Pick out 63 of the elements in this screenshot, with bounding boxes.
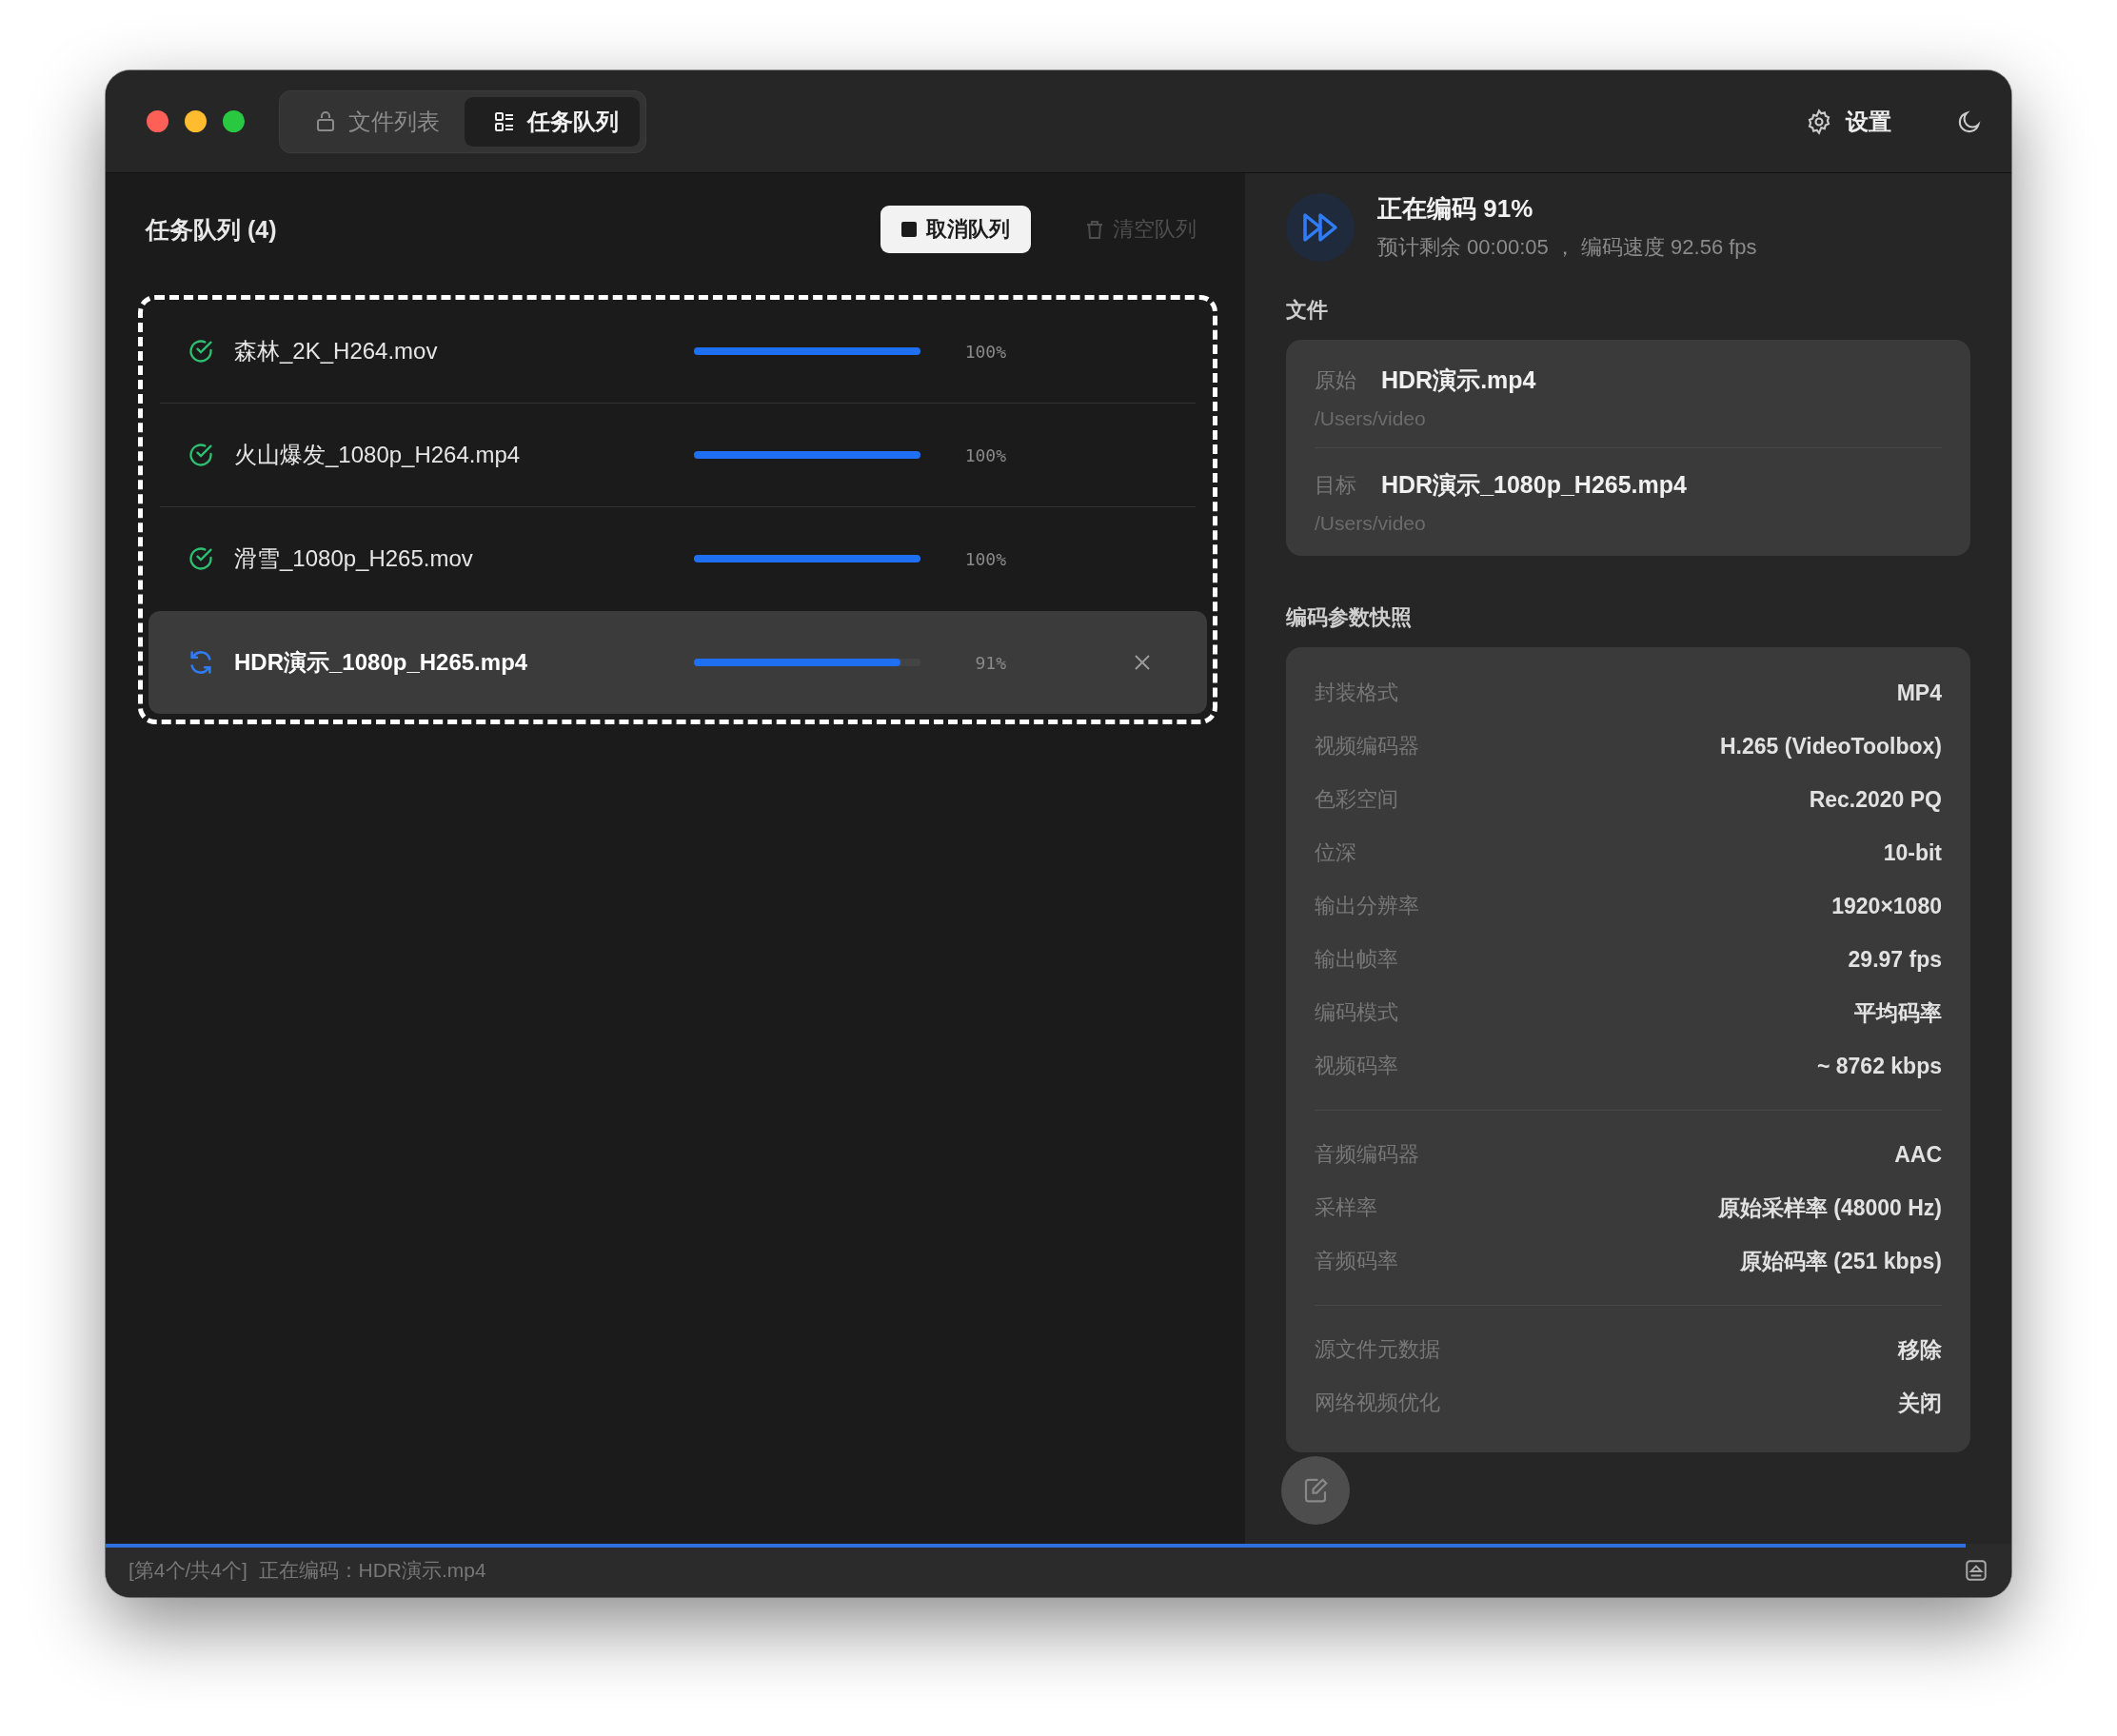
param-label: 封装格式 (1315, 680, 1398, 706)
queue-row[interactable]: 森林_2K_H264.mov 100% (143, 300, 1213, 403)
queue-title: 任务队列 (4) (146, 214, 277, 245)
check-circle-icon (188, 442, 214, 468)
progress-percent: 100% (963, 444, 1006, 465)
param-value: 1920×1080 (1831, 893, 1942, 919)
param-label: 编码模式 (1315, 999, 1398, 1026)
param-label: 视频编码器 (1315, 733, 1419, 760)
param-value: 10-bit (1883, 839, 1942, 866)
file-name: 森林_2K_H264.mov (234, 337, 439, 365)
param-value: 移除 (1898, 1335, 1942, 1364)
file-name: HDR演示_1080p_H265.mp4 (234, 648, 529, 677)
status-text: [第4个/共4个] 正在编码：HDR演示.mp4 (129, 1558, 486, 1583)
param-label: 输出帧率 (1315, 946, 1398, 973)
check-circle-icon (188, 545, 214, 572)
param-label: 网络视频优化 (1315, 1390, 1440, 1416)
minimize-window-button[interactable] (185, 110, 207, 132)
param-label: 色彩空间 (1315, 786, 1398, 813)
queue-row[interactable]: 滑雪_1080p_H265.mov 100% (143, 507, 1213, 610)
file-label: 目标 (1315, 471, 1356, 499)
param-value: 原始码率 (251 kbps) (1739, 1247, 1942, 1275)
section-label: 文件 (1286, 297, 1329, 324)
settings-button[interactable]: 设置 (1800, 105, 1897, 138)
trash-icon (1086, 220, 1103, 239)
tab[interactable]: 任务队列 (465, 96, 640, 147)
section-label: 编码参数快照 (1286, 604, 1413, 631)
param-value: 平均码率 (1854, 998, 1942, 1027)
zoom-window-button[interactable] (223, 110, 245, 132)
param-value: AAC (1894, 1141, 1942, 1168)
file-name: 火山爆发_1080p_H264.mp4 (234, 441, 522, 469)
param-label: 输出分辨率 (1315, 893, 1419, 919)
file-label: 原始 (1315, 366, 1356, 394)
list-icon (493, 109, 516, 133)
param-value: 29.97 fps (1848, 946, 1942, 973)
param-value: 关闭 (1898, 1389, 1942, 1417)
param-label: 采样率 (1315, 1194, 1377, 1221)
file-name: 滑雪_1080p_H265.mov (234, 544, 474, 573)
encoding-status: 正在编码 91% (1377, 193, 1534, 225)
progress-percent: 100% (963, 341, 1006, 362)
encoding-details: 预计剩余 00:00:05 ， 编码速度 92.56 fps (1377, 234, 1757, 261)
queue-row[interactable]: 火山爆发_1080p_H264.mp4 100% (143, 404, 1213, 506)
stop-icon (901, 222, 917, 237)
param-label: 视频码率 (1315, 1053, 1398, 1079)
file-name: HDR演示.mp4 (1381, 365, 1536, 395)
queue-row[interactable]: HDR演示_1080p_H265.mp4 91% (148, 611, 1207, 714)
param-label: 位深 (1315, 839, 1356, 866)
settings-icon (1806, 108, 1832, 135)
param-value: MP4 (1896, 680, 1942, 706)
check-circle-icon (188, 338, 214, 365)
eject-icon[interactable] (1964, 1558, 1988, 1583)
progress-percent: 91% (974, 652, 1006, 673)
progress-percent: 100% (963, 548, 1006, 569)
tab[interactable]: 文件列表 (286, 96, 461, 147)
param-value: Rec.2020 PQ (1809, 786, 1942, 813)
file-name: HDR演示_1080p_H265.mp4 (1381, 470, 1687, 500)
param-label: 音频码率 (1315, 1248, 1398, 1274)
cancel-queue-button[interactable]: 取消队列 (880, 206, 1031, 253)
param-value: ~ 8762 kbps (1816, 1053, 1942, 1079)
param-value: 原始采样率 (48000 Hz) (1717, 1194, 1942, 1222)
param-value: H.265 (VideoToolbox) (1720, 733, 1942, 760)
param-label: 源文件元数据 (1315, 1336, 1440, 1363)
param-label: 音频编码器 (1315, 1141, 1419, 1168)
close-window-button[interactable] (147, 110, 168, 132)
